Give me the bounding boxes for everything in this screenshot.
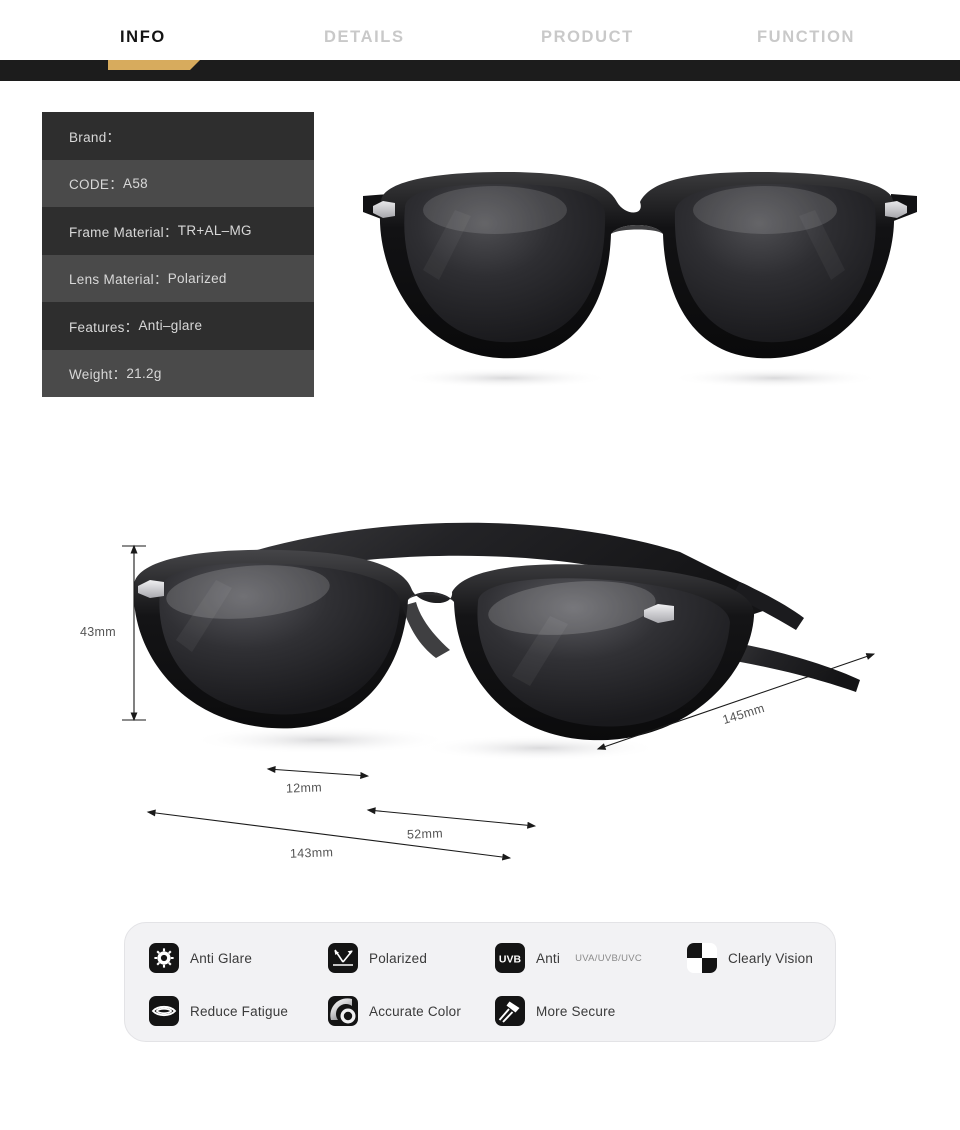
spec-value: A58 [123,175,148,191]
spec-value: Polarized [167,270,227,286]
color-wheel-icon [328,996,358,1026]
spec-table: Brand： CODE： A58 Frame Material： TR+AL–M… [42,112,314,397]
spec-label: Brand： [69,129,121,145]
feature-label: Anti [536,950,561,966]
tab-product[interactable]: PRODUCT [541,28,634,47]
feature-label: Anti Glare [190,950,253,966]
feature-item-polarized: Polarized [328,943,427,973]
spec-row: Features： Anti–glare [42,302,314,350]
feature-item-anti-uv: UVB Anti UVA/UVB/UVC [495,943,642,973]
active-tab-indicator [108,60,200,70]
feature-label: Polarized [369,950,428,966]
dimension-label-bridge-width: 12mm [285,780,323,796]
checkerboard-icon [687,943,717,973]
spec-value: Anti–glare [138,318,203,334]
feature-item-clearly-vision: Clearly Vision [687,943,813,973]
dimension-label-frame-width: 143mm [289,845,334,861]
spec-value: 21.2g [126,365,162,381]
feature-label: Reduce Fatigue [190,1003,289,1019]
tab-function[interactable]: FUNCTION [757,28,855,47]
spec-row: CODE： A58 [42,159,314,207]
spec-label: Lens Material： [69,272,168,288]
dimension-label-lens-height: 43mm [80,625,116,639]
feature-item-reduce-fatigue: Reduce Fatigue [149,996,288,1026]
spec-label: Frame Material： [69,224,178,240]
spec-row: Lens Material： Polarized [42,254,314,302]
feature-label: Accurate Color [369,1003,462,1019]
features-panel: Anti Glare Reduce Fatigue Polarized Accu… [124,922,836,1042]
spec-label: Weight： [69,367,127,383]
feature-item-more-secure: More Secure [495,996,615,1026]
feature-label: Clearly Vision [728,950,814,966]
spec-row: Frame Material： TR+AL–MG [42,207,314,255]
tab-details[interactable]: DETAILS [324,28,405,47]
uvb-badge-icon: UVB [495,943,525,973]
tab-bar: INFO DETAILS PRODUCT FUNCTION [0,0,960,60]
product-image-front-view [345,150,935,390]
spec-row: Brand： [42,112,314,160]
light-ray-icon [328,943,358,973]
product-image-angled-view [120,490,880,790]
hammer-icon [495,996,525,1026]
sun-glare-icon [149,943,179,973]
svg-text:UVB: UVB [499,953,522,965]
feature-item-anti-glare: Anti Glare [149,943,252,973]
spec-row: Weight： 21.2g [42,349,314,397]
spec-value: TR+AL–MG [177,223,252,239]
feature-sublabel: UVA/UVB/UVC [575,952,643,964]
spec-label: CODE： [69,177,124,193]
feature-label: More Secure [536,1003,616,1019]
feature-item-accurate-color: Accurate Color [328,996,461,1026]
spec-label: Features： [69,319,139,335]
dimension-label-lens-width: 52mm [406,826,444,842]
eye-relax-icon [149,996,179,1026]
tab-info[interactable]: INFO [120,28,166,47]
